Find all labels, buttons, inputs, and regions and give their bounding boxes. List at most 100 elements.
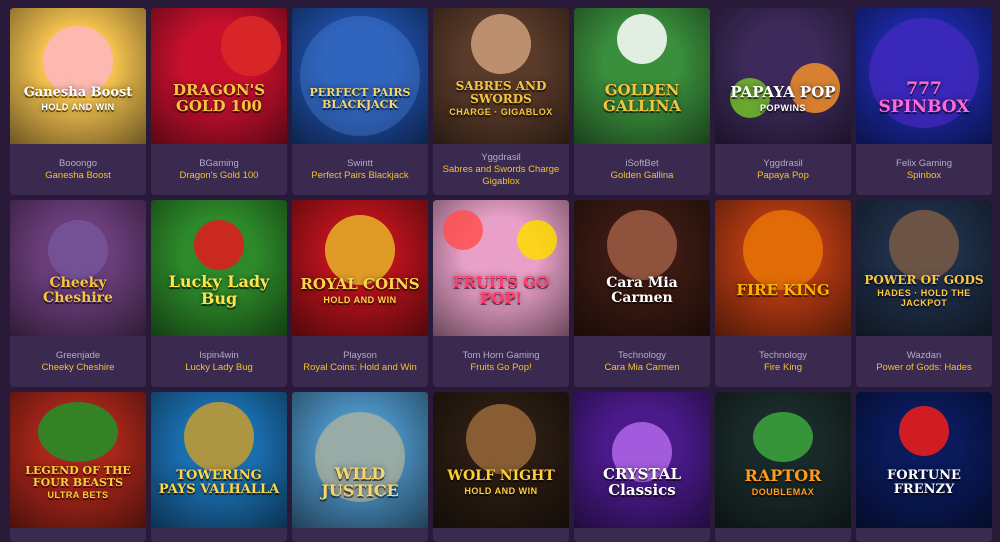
game-name[interactable]: Cara Mia Carmen [605,362,680,374]
game-art-title: Cara Mia Carmen [606,275,678,306]
game-card[interactable]: SABRES AND SWORDS CHARGE · GIGABLOX Yggdra… [433,8,569,195]
game-thumbnail[interactable]: FORTUNE FRENZY [856,392,992,528]
game-provider: Technology [758,349,808,361]
game-card[interactable]: LEGEND OF THE FOUR BEASTS ULTRA BETS [10,392,146,542]
game-thumbnail[interactable]: GOLDEN GALLINA [574,8,710,144]
soldier-icon [471,14,531,74]
game-thumbnail[interactable]: RAPTOR DOUBLEMAX [715,392,851,528]
dragon-icon [221,16,281,76]
game-card[interactable]: TOWERING PAYS VALHALLA [151,392,287,542]
game-name[interactable]: Fire King [764,362,802,374]
game-thumbnail[interactable]: Lucky Lady Bug [151,200,287,336]
game-name[interactable]: Lucky Lady Bug [185,362,253,374]
game-card[interactable]: CRYSTAL Classics [574,392,710,542]
game-info: BGaming Dragon's Gold 100 [151,144,287,195]
game-info: Ispin4win Lucky Lady Bug [151,336,287,387]
game-art-title: SABRES AND SWORDS CHARGE · GIGABLOX [433,80,569,118]
game-art-subtitle: DOUBLEMAX [751,487,815,498]
game-name[interactable]: Royal Coins: Hold and Win [303,362,417,374]
sevens-icon [899,406,949,456]
game-info: Swintt Perfect Pairs Blackjack [292,144,428,195]
game-card[interactable]: WILD JUSTICE [292,392,428,542]
game-card[interactable]: Cara Mia Carmen Technology Cara Mia Carmen [574,200,710,387]
game-info: Booongo Ganesha Boost [10,144,146,195]
game-provider: Playson [343,349,377,361]
ladybug-icon [194,220,244,270]
game-thumbnail[interactable]: PAPAYA POP POPWINS [715,8,851,144]
game-card[interactable]: POWER OF GODS HADES · HOLD THE JACKPOT Waz… [856,200,992,387]
game-card[interactable]: FORTUNE FRENZY [856,392,992,542]
game-card[interactable]: Ganesha Boost HOLD AND WIN Booongo Ganesha … [10,8,146,195]
game-card[interactable]: WOLF NIGHT HOLD AND WIN [433,392,569,542]
game-card[interactable]: RAPTOR DOUBLEMAX [715,392,851,542]
game-provider: Felix Gaming [896,157,952,169]
game-art-subtitle: HOLD AND WIN [323,294,397,305]
game-provider: iSoftBet [625,157,659,169]
game-thumbnail[interactable]: Cara Mia Carmen [574,200,710,336]
wolf-icon [466,404,536,474]
game-card[interactable]: FIRE KING Technology Fire King [715,200,851,387]
game-card[interactable]: Lucky Lady Bug Ispin4win Lucky Lady Bug [151,200,287,387]
game-thumbnail[interactable]: Ganesha Boost HOLD AND WIN [10,8,146,144]
game-info: Technology Cara Mia Carmen [574,336,710,387]
game-name[interactable]: Papaya Pop [757,170,809,182]
game-name[interactable]: Fruits Go Pop! [470,362,531,374]
game-name[interactable]: Sabres and Swords Charge Gigablox [439,164,563,188]
game-art-subtitle: CHARGE · GIGABLOX [449,107,553,118]
game-art-title: FRUITS GO POP! [452,273,550,307]
game-thumbnail[interactable]: DRAGON'S GOLD 100 [151,8,287,144]
game-card[interactable]: DRAGON'S GOLD 100 BGaming Dragon's Gold 10… [151,8,287,195]
game-provider: Greenjade [55,349,101,361]
game-card[interactable]: PERFECT PAIRS BLACKJACK Swintt Perfect Pai… [292,8,428,195]
game-info: Technology Fire King [715,336,851,387]
game-art-title: ROYAL COINS HOLD AND WIN [300,274,420,305]
game-thumbnail[interactable]: LEGEND OF THE FOUR BEASTS ULTRA BETS [10,392,146,528]
game-thumbnail[interactable]: WOLF NIGHT HOLD AND WIN [433,392,569,528]
cat-icon [48,220,108,280]
game-art-subtitle: ULTRA BETS [47,490,109,501]
game-info: Greenjade Cheeky Cheshire [10,336,146,387]
totem-icon [184,402,254,472]
game-card[interactable]: 777 SPINBOX Felix Gaming Spinbox [856,8,992,195]
game-thumbnail[interactable]: PERFECT PAIRS BLACKJACK [292,8,428,144]
game-provider: Yggdrasil [481,151,521,163]
game-info: iSoftBet Golden Gallina [574,144,710,195]
game-thumbnail[interactable]: ROYAL COINS HOLD AND WIN [292,200,428,336]
game-card[interactable]: PAPAYA POP POPWINS Yggdrasil Papaya Pop [715,8,851,195]
game-name[interactable]: Golden Gallina [611,170,674,182]
game-thumbnail[interactable]: POWER OF GODS HADES · HOLD THE JACKPOT [856,200,992,336]
game-art-title: Cheeky Cheshire [43,275,113,306]
game-thumbnail[interactable]: 777 SPINBOX [856,8,992,144]
game-art-title: WOLF NIGHT HOLD AND WIN [447,468,555,497]
game-name[interactable]: Power of Gods: Hades [876,362,972,374]
game-name[interactable]: Spinbox [907,170,941,182]
game-art-title: Ganesha Boost HOLD AND WIN [23,84,133,112]
fruit-icon [517,220,557,260]
dragon-icon [38,402,118,462]
game-name[interactable]: Cheeky Cheshire [42,362,115,374]
game-name[interactable]: Ganesha Boost [45,170,111,182]
game-art-title: FORTUNE FRENZY [887,468,961,497]
game-art-title: CRYSTAL Classics [602,465,681,499]
chicken-icon [617,14,667,64]
game-info: Yggdrasil Sabres and Swords Charge Gigabl… [433,144,569,195]
raptor-icon [753,412,813,462]
game-art-title: PERFECT PAIRS BLACKJACK [309,86,411,111]
game-name[interactable]: Dragon's Gold 100 [180,170,259,182]
king-icon [743,210,823,290]
game-provider: Ispin4win [199,349,239,361]
game-thumbnail[interactable]: SABRES AND SWORDS CHARGE · GIGABLOX [433,8,569,144]
game-thumbnail[interactable]: Cheeky Cheshire [10,200,146,336]
game-card[interactable]: GOLDEN GALLINA iSoftBet Golden Gallina [574,8,710,195]
game-name[interactable]: Perfect Pairs Blackjack [311,170,408,182]
game-card[interactable]: FRUITS GO POP! Tom Horn Gaming Fruits Go P… [433,200,569,387]
game-card[interactable]: Cheeky Cheshire Greenjade Cheeky Cheshire [10,200,146,387]
game-art-title: FIRE KING [736,281,830,300]
game-thumbnail[interactable]: FIRE KING [715,200,851,336]
game-thumbnail[interactable]: FRUITS GO POP! [433,200,569,336]
game-thumbnail[interactable]: CRYSTAL Classics [574,392,710,528]
game-thumbnail[interactable]: WILD JUSTICE [292,392,428,528]
game-provider: Wazdan [906,349,942,361]
game-card[interactable]: ROYAL COINS HOLD AND WIN Playson Royal Coin… [292,200,428,387]
game-thumbnail[interactable]: TOWERING PAYS VALHALLA [151,392,287,528]
